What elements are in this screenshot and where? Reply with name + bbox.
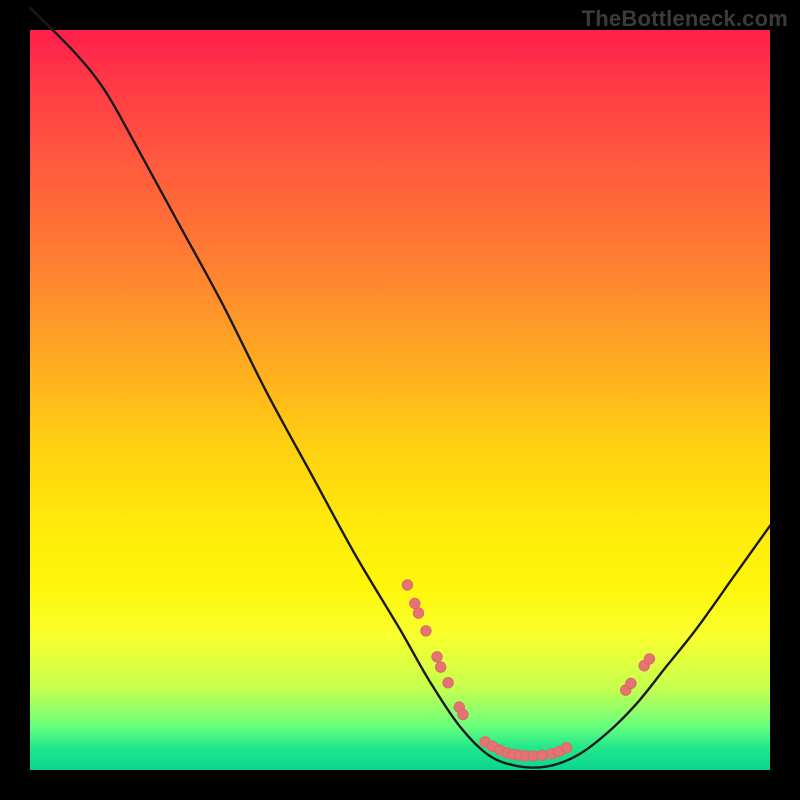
- data-marker: [432, 652, 442, 662]
- data-marker: [561, 743, 571, 753]
- data-marker: [644, 654, 654, 664]
- data-marker: [413, 608, 423, 618]
- watermark-text: TheBottleneck.com: [582, 6, 788, 32]
- data-marker: [458, 709, 468, 719]
- plot-area: [30, 30, 770, 770]
- data-marker: [537, 750, 547, 760]
- marker-group: [402, 580, 654, 761]
- data-marker: [402, 580, 412, 590]
- bottleneck-curve: [30, 30, 770, 770]
- chart-frame: TheBottleneck.com: [0, 0, 800, 800]
- data-marker: [436, 662, 446, 672]
- data-marker: [626, 678, 636, 688]
- curve-path: [30, 8, 770, 768]
- data-marker: [410, 598, 420, 608]
- data-marker: [443, 678, 453, 688]
- data-marker: [421, 626, 431, 636]
